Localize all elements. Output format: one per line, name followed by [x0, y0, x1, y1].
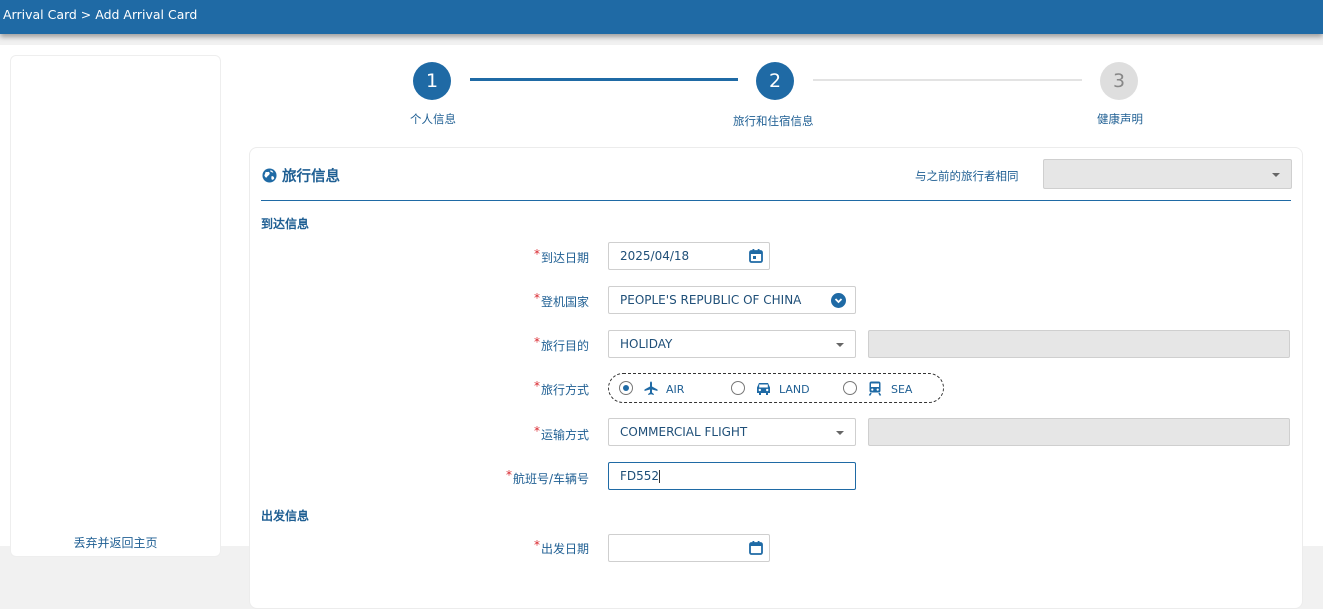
plane-icon — [644, 381, 658, 395]
embark-country-label: *登机国家 — [533, 291, 589, 310]
purpose-value: HOLIDAY — [620, 337, 673, 351]
arrival-section-heading: 到达信息 — [261, 217, 310, 231]
step-3-circle[interactable]: 3 — [1100, 62, 1138, 100]
required-mark: * — [533, 538, 540, 552]
purpose-label: *旅行目的 — [533, 335, 589, 354]
required-mark: * — [533, 335, 540, 349]
radio-sea-label: SEA — [891, 383, 913, 396]
step-connector-2 — [813, 79, 1082, 81]
arrival-date-value: 2025/04/18 — [620, 249, 690, 263]
text-cursor — [659, 470, 661, 483]
required-mark: * — [533, 379, 540, 393]
travel-mode-label-text: 旅行方式 — [540, 383, 589, 397]
transport-select[interactable]: COMMERCIAL FLIGHT — [608, 418, 856, 446]
embark-country-select[interactable]: PEOPLE'S REPUBLIC OF CHINA — [608, 286, 856, 314]
same-as-previous-label: 与之前的旅行者相同 — [915, 169, 1019, 183]
radio-air-label: AIR — [666, 383, 685, 396]
step-2-circle[interactable]: 2 — [756, 62, 794, 100]
travel-info-heading: 旅行信息 — [262, 165, 340, 186]
radio-air[interactable] — [619, 381, 633, 395]
calendar-icon[interactable] — [749, 541, 763, 555]
breadcrumb: Arrival Card > Add Arrival Card — [3, 7, 198, 22]
radio-land-label: LAND — [779, 383, 810, 396]
transport-other-input[interactable] — [868, 418, 1290, 446]
calendar-icon[interactable] — [749, 249, 763, 263]
caret-down-icon — [836, 343, 844, 347]
travel-info-title: 旅行信息 — [282, 169, 340, 185]
caret-down-icon — [836, 431, 844, 435]
arrival-date-input[interactable]: 2025/04/18 — [608, 242, 770, 270]
embark-country-value: PEOPLE'S REPUBLIC OF CHINA — [620, 293, 802, 307]
travel-mode-radio-group: AIR LAND SEA — [608, 373, 944, 403]
purpose-label-text: 旅行目的 — [540, 339, 589, 353]
required-mark: * — [533, 291, 540, 305]
departure-date-label-text: 出发日期 — [540, 542, 589, 556]
transport-label-text: 运输方式 — [540, 428, 589, 442]
departure-section-heading: 出发信息 — [261, 509, 310, 523]
step-connector-1 — [470, 78, 738, 81]
departure-date-input[interactable] — [608, 534, 770, 562]
departure-date-label: *出发日期 — [533, 538, 589, 557]
top-bar: Arrival Card > Add Arrival Card — [0, 0, 1323, 34]
transport-value: COMMERCIAL FLIGHT — [620, 425, 748, 439]
step-1-label: 个人信息 — [410, 112, 456, 126]
required-mark: * — [533, 424, 540, 438]
purpose-select[interactable]: HOLIDAY — [608, 330, 856, 358]
embark-country-label-text: 登机国家 — [540, 295, 589, 309]
travel-info-card: 旅行信息 与之前的旅行者相同 到达信息 *到达日期 2025/04/18 *登机… — [249, 147, 1303, 609]
step-3-label: 健康声明 — [1097, 112, 1143, 126]
step-2-label: 旅行和住宿信息 — [733, 114, 814, 128]
transport-label: *运输方式 — [533, 424, 589, 443]
travel-mode-label: *旅行方式 — [533, 379, 589, 398]
flight-number-input[interactable]: FD552 — [608, 462, 856, 490]
radio-land[interactable] — [731, 381, 745, 395]
caret-down-icon — [1272, 173, 1280, 177]
required-mark: * — [505, 468, 512, 482]
page-content: 丢弃并返回主页 1 个人信息 2 旅行和住宿信息 3 健康声明 旅行信息 与之前… — [0, 45, 1323, 609]
globe-icon — [262, 168, 277, 183]
step-1-circle[interactable]: 1 — [413, 62, 451, 100]
train-icon — [868, 381, 882, 396]
required-mark: * — [533, 247, 540, 261]
arrival-date-label-text: 到达日期 — [540, 251, 589, 265]
flight-number-value: FD552 — [620, 469, 660, 483]
radio-sea[interactable] — [843, 381, 857, 395]
flight-number-label-text: 航班号/车辆号 — [512, 472, 589, 486]
same-as-previous-select[interactable] — [1043, 159, 1292, 189]
heading-divider — [261, 200, 1291, 201]
left-panel: 丢弃并返回主页 — [10, 55, 221, 557]
flight-number-label: *航班号/车辆号 — [505, 468, 589, 487]
arrival-date-label: *到达日期 — [533, 247, 589, 266]
chevron-down-circle-icon — [831, 293, 846, 308]
purpose-other-input[interactable] — [868, 330, 1290, 358]
discard-and-home-link[interactable]: 丢弃并返回主页 — [11, 534, 220, 551]
car-icon — [757, 383, 770, 395]
